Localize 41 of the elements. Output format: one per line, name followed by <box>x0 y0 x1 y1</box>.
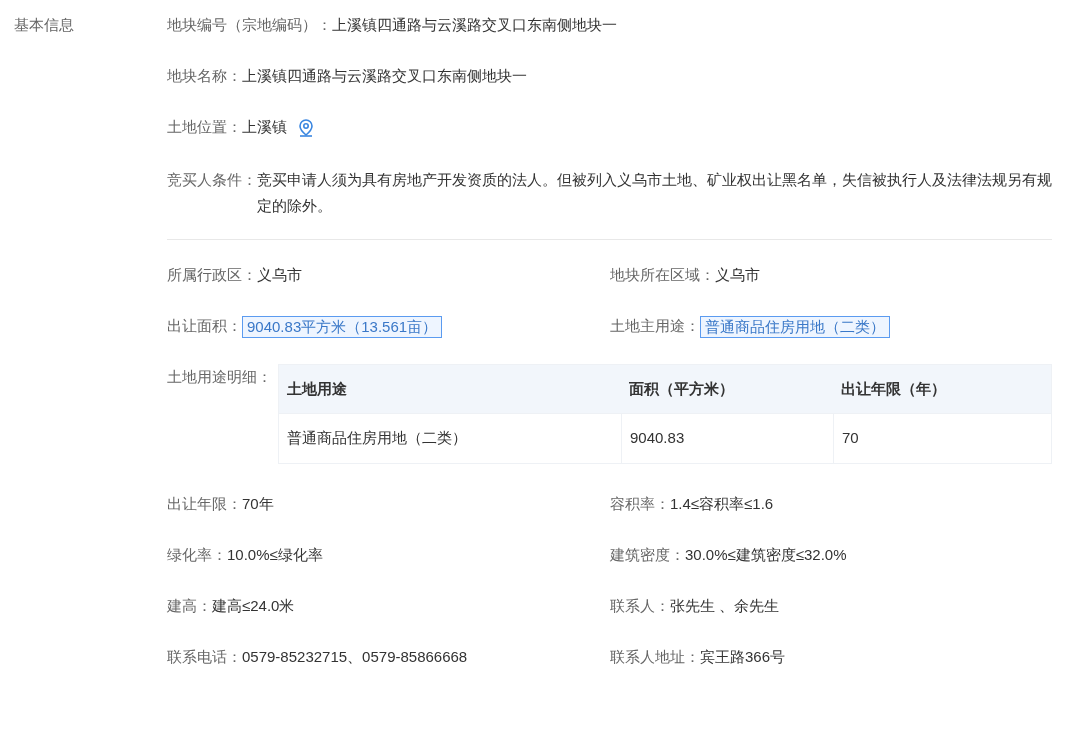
section-title: 基本信息 <box>14 16 74 33</box>
column-header: 土地用途 <box>286 378 348 399</box>
table-cell: 9040.83 <box>621 414 833 463</box>
field-label: 土地用途明细： <box>167 367 272 387</box>
field-value: 建高≤24.0米 <box>212 596 295 617</box>
field-label: 土地主用途： <box>610 316 700 337</box>
field-value: 上溪镇 <box>242 117 287 138</box>
field-label: 建高： <box>167 596 212 617</box>
field-value: 义乌市 <box>257 265 302 286</box>
field-label: 联系人： <box>610 596 670 617</box>
field-value: 普通商品住房用地（二类） <box>700 315 890 338</box>
field-label: 土地位置： <box>167 117 242 138</box>
field-value: 宾王路366号 <box>700 647 786 668</box>
field-label: 竞买人条件： <box>167 170 257 190</box>
field-label: 地块名称： <box>167 66 242 87</box>
field-value: 义乌市 <box>715 265 760 286</box>
column-header: 出让年限（年） <box>840 378 947 399</box>
field-label: 地块所在区域： <box>610 265 715 286</box>
field-value: 竞买申请人须为具有房地产开发资质的法人。但被列入义乌市土地、矿业权出让黑名单，失信被执行人及法律法规另有规定的除外。 <box>257 170 1052 216</box>
field-label: 联系电话： <box>167 647 242 668</box>
field-label: 联系人地址： <box>610 647 700 668</box>
table-cell-text: 普通商品住房用地（二类） <box>286 428 468 449</box>
field-value: 1.4≤容积率≤1.6 <box>670 494 774 515</box>
field-label: 建筑密度： <box>610 545 685 566</box>
field-label: 出让面积： <box>167 316 242 337</box>
field-value: 张先生 、余先生 <box>670 596 780 617</box>
field-label: 出让年限： <box>167 494 242 515</box>
table-cell: 70 <box>833 414 1043 463</box>
column-header: 面积（平方米） <box>628 378 735 399</box>
field-value: 30.0%≤建筑密度≤32.0% <box>685 545 847 566</box>
field-value: 上溪镇四通路与云溪路交叉口东南侧地块一 <box>242 66 527 87</box>
field-value: 0579-85232715、0579-85866668 <box>242 647 468 668</box>
location-pin-icon[interactable] <box>297 117 315 138</box>
field-label: 容积率： <box>610 494 670 515</box>
field-value: 上溪镇四通路与云溪路交叉口东南侧地块一 <box>332 15 617 36</box>
field-label: 绿化率： <box>167 545 227 566</box>
field-value: 9040.83平方米（13.561亩） <box>242 315 443 338</box>
field-value: 70年 <box>242 494 274 515</box>
field-label: 所属行政区： <box>167 265 257 286</box>
field-label: 地块编号（宗地编码）： <box>167 15 332 36</box>
field-value: 10.0%≤绿化率 <box>227 545 323 566</box>
